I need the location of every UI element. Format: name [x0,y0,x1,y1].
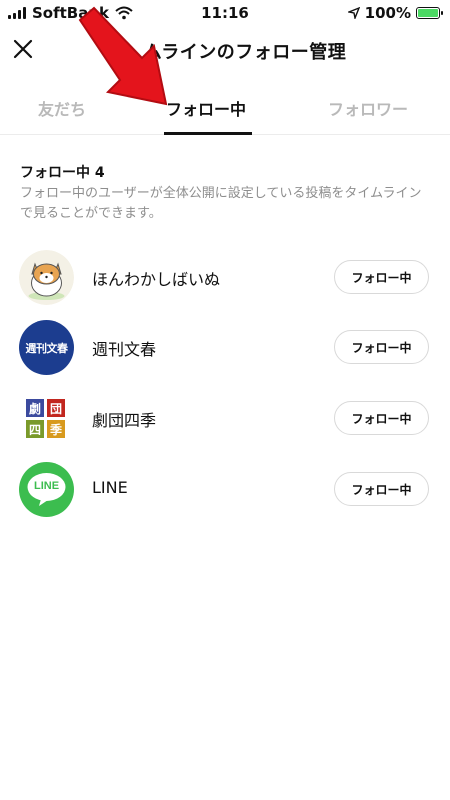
battery-icon [416,7,443,19]
status-bar: SoftBank 11:16 100% [0,0,450,26]
close-icon [13,39,33,59]
list-item: 週刊文春 週刊文春 フォロー中 [0,313,450,383]
header: ムラインのフォロー管理 [0,26,450,74]
list-item: 劇 団 四 季 劇団四季 フォロー中 [0,384,450,454]
tab-followers[interactable]: フォロワー [328,96,408,120]
account-name: ほんわかしばいぬ [92,270,221,289]
bunshun-logo-text: 週刊文春 [25,341,69,355]
list-item: ほんわかしばいぬ フォロー中 [0,243,450,313]
shiki-char: 季 [47,420,65,438]
account-name: 劇団四季 [92,411,157,430]
status-right: 100% [347,4,443,22]
following-button[interactable]: フォロー中 [334,330,429,364]
shiba-dog-icon[interactable] [19,250,74,305]
following-button[interactable]: フォロー中 [334,401,429,435]
location-icon [347,7,360,19]
account-name: LINE [92,478,128,497]
bunshun-logo[interactable]: 週刊文春 [19,320,74,375]
shiki-char: 劇 [26,399,44,417]
close-button[interactable] [10,36,36,62]
line-logo-text: LINE [33,480,60,492]
tab-friends[interactable]: 友だち [38,96,86,120]
tab-following[interactable]: フォロー中 [166,96,246,120]
line-logo[interactable]: LINE [19,462,74,517]
shiki-char: 四 [26,420,44,438]
shiki-char: 団 [47,399,65,417]
tab-bar: 友だち フォロー中 フォロワー [0,84,450,135]
following-description: フォロー中のユーザーが全体公開に設定している投稿をタイムラインで見ることができま… [20,186,422,221]
following-button[interactable]: フォロー中 [334,472,429,506]
account-name: 週刊文春 [92,340,157,359]
shiki-logo[interactable]: 劇 団 四 季 [19,391,74,446]
battery-percent: 100% [364,4,411,22]
following-count-title: フォロー中 4 [20,165,105,181]
active-tab-indicator [164,132,252,135]
following-button[interactable]: フォロー中 [334,260,429,294]
page-title: ムラインのフォロー管理 [143,42,347,63]
list-item: LINE LINE フォロー中 [0,455,450,525]
